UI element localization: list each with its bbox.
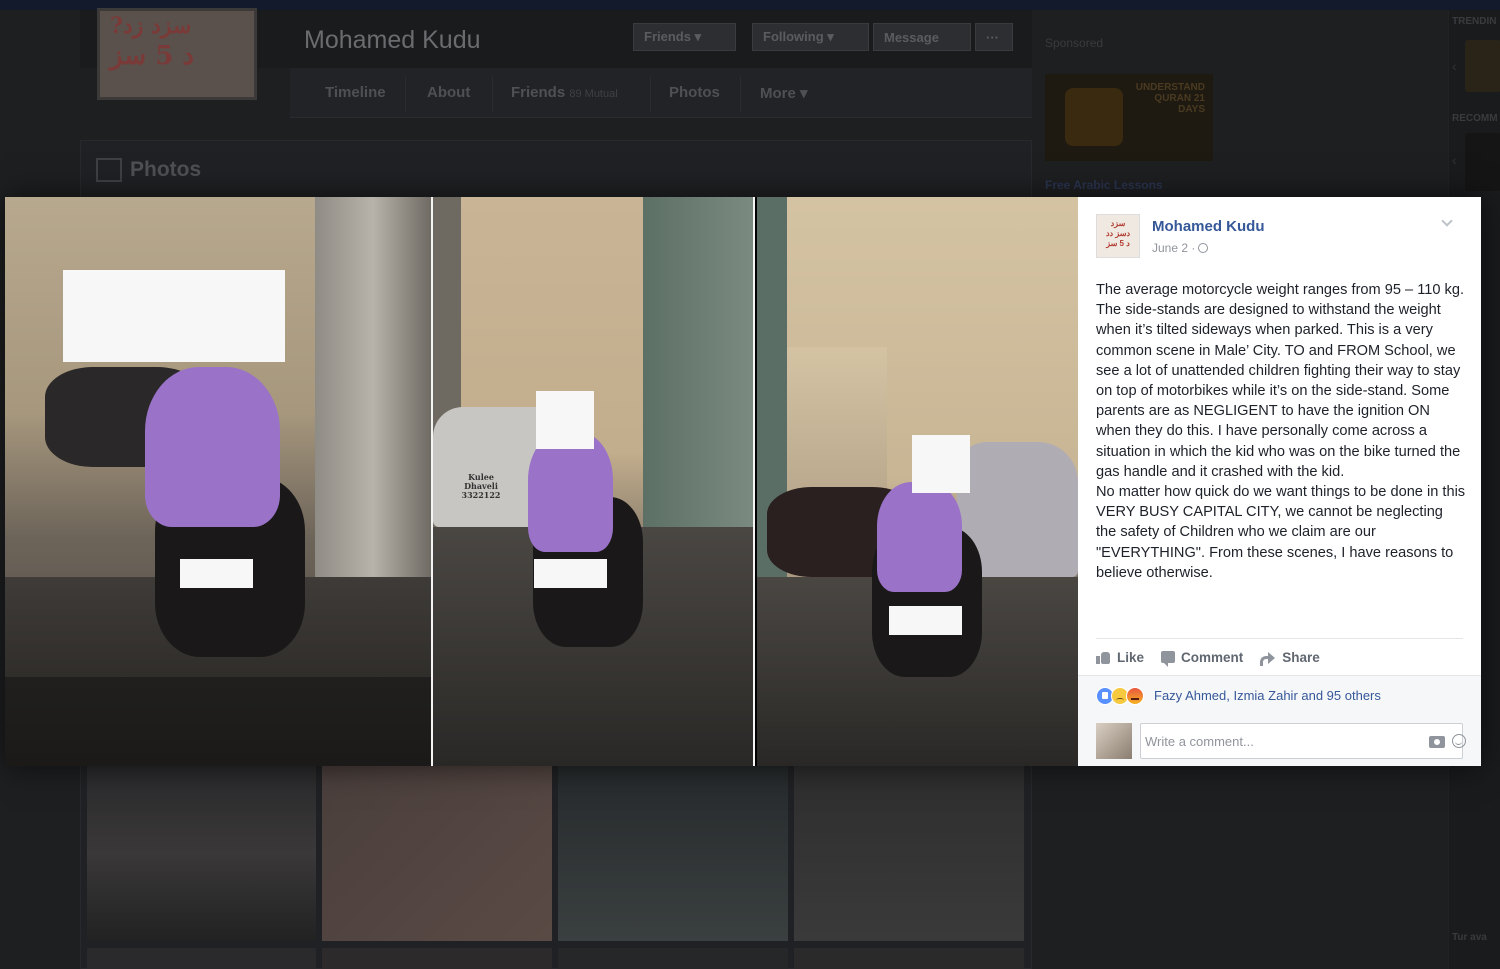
share-label: Share [1282,649,1320,665]
photo-panel-3 [757,197,1078,766]
tab-about[interactable]: About [427,84,470,101]
comment-button[interactable]: Comment [1161,647,1243,667]
censor-box [889,606,962,635]
friends-button[interactable]: Friends ▾ [633,23,736,51]
friends-button-label: Friends ▾ [644,29,702,44]
more-options-label: ··· [986,29,999,45]
child-figure [877,482,962,592]
censor-box [180,559,253,588]
thumbs-up-icon [1096,651,1111,664]
photos-title-text: Photos [130,158,202,181]
chevron-left-icon[interactable]: ‹ [1452,58,1457,74]
child-figure [528,432,613,552]
photo-thumbnail[interactable] [87,766,316,941]
profile-nav [290,68,1032,118]
wall [643,197,753,527]
comment-label: Comment [1181,649,1244,665]
camera-icon[interactable] [1429,736,1445,748]
post-text: The average motorcycle weight ranges fro… [1096,282,1466,581]
photo-thumbnail[interactable] [322,766,552,941]
ad-image[interactable]: UNDERSTAND QURAN 21 DAYS [1045,74,1213,161]
reaction-names[interactable]: Fazy Ahmed, Izmia Zahir and 95 others [1154,688,1381,703]
child-figure [145,367,280,527]
mutual-count: 89 Mutual [569,88,618,100]
censor-box [912,435,970,493]
post-author[interactable]: Mohamed Kudu [1152,218,1265,235]
photo-panel-1 [5,197,431,766]
tab-more[interactable]: More ▾ [760,84,808,102]
like-label: Like [1117,649,1145,665]
author-avatar[interactable]: ﺳﺰﺩ ﺩﺳﺰ ﺩﺩ ﺩ 5 ﺳﺰ [1096,214,1140,258]
chevron-left-icon[interactable]: ‹ [1452,152,1457,168]
reactions-section: Fazy Ahmed, Izmia Zahir and 95 others [1078,675,1481,766]
ad-image-text: UNDERSTAND QURAN 21 DAYS [1135,82,1205,115]
photos-icon [96,158,122,182]
photo-thumbnail[interactable] [794,766,1024,941]
avatar-art: ﺳﺰﺩ ﺩﺳﺰ ﺩﺩ ﺩ 5 ﺳﺰ [1105,219,1131,248]
comment-icon [1161,651,1176,667]
tab-friends[interactable]: Friends 89 Mutual [511,84,618,101]
divider [1096,638,1463,639]
tab-friends-label: Friends [511,84,566,101]
nav-divider [405,76,406,112]
globe-icon [1198,243,1209,253]
reaction-icons[interactable] [1096,687,1144,705]
comment-composer [1096,723,1466,759]
photo-divider [753,197,755,766]
following-button[interactable]: Following ▾ [752,23,869,51]
viewer-avatar [1096,723,1132,759]
share-icon [1260,651,1276,666]
like-button[interactable]: Like [1096,647,1144,667]
profile-picture-art: ?ﺳﺰﺩ ﺯﺩ [110,13,192,39]
profile-picture[interactable]: ?ﺳﺰﺩ ﺯﺩ ﺩ 5 ﺳﺰ [97,8,257,100]
post-details-panel: ﺳﺰﺩ ﺩﺳﺰ ﺩﺩ ﺩ 5 ﺳﺰ Mohamed Kudu June 2 · Th… [1078,197,1481,766]
censor-box [536,391,594,449]
censor-box [534,559,607,588]
message-button[interactable]: Message [873,23,971,51]
post-date[interactable]: June 2 · [1152,241,1195,255]
photo-thumbnail[interactable] [322,948,552,969]
rail-footer-text: Tur ava [1452,932,1487,943]
nav-divider [492,76,493,112]
ad-link[interactable]: Free Arabic Lessons [1045,178,1163,192]
tab-timeline[interactable]: Timeline [325,84,386,101]
quran-book-image [1065,88,1123,146]
more-options-button[interactable]: ··· [975,23,1013,51]
nav-divider [650,76,651,112]
recommended-thumbnail[interactable] [1465,133,1500,191]
post-meta: June 2 · [1152,241,1209,255]
photos-section-title: Photos [96,158,201,182]
trending-thumbnail[interactable] [1465,40,1500,92]
post-photo[interactable]: Kulee Dhaveli 3322122 [5,197,1078,766]
photo-thumbnail[interactable] [558,948,788,969]
recommended-label: RECOMM [1452,113,1498,124]
nav-divider [740,76,741,112]
photo-thumbnail[interactable] [558,766,788,941]
chevron-down-icon[interactable] [1441,215,1453,227]
trending-label: TRENDIN [1452,16,1497,27]
profile-picture-art: ﺩ 5 ﺳﺰ [110,41,194,71]
photo-thumbnail[interactable] [794,948,1024,969]
shadow [5,677,431,766]
sponsored-label: Sponsored [1045,36,1104,50]
comment-input[interactable] [1140,723,1463,759]
post-actions: Like Comment Share [1096,647,1320,667]
wall [315,197,431,617]
censor-box [63,270,285,362]
smiley-icon[interactable] [1452,734,1466,748]
following-button-label: Following ▾ [763,29,834,44]
photo-panel-2: Kulee Dhaveli 3322122 [433,197,753,766]
tab-photos[interactable]: Photos [669,84,720,101]
angry-reaction-icon [1126,687,1144,705]
profile-name[interactable]: Mohamed Kudu [304,26,481,55]
message-button-label: Message [884,29,939,45]
photo-lightbox: Kulee Dhaveli 3322122 ﺳﺰﺩ ﺩﺳﺰ ﺩﺩ ﺩ 5 ﺳﺰ Mo… [5,197,1481,766]
share-button[interactable]: Share [1260,647,1320,667]
photo-thumbnail[interactable] [87,948,316,969]
car-sign: Kulee Dhaveli 3322122 [461,472,501,500]
